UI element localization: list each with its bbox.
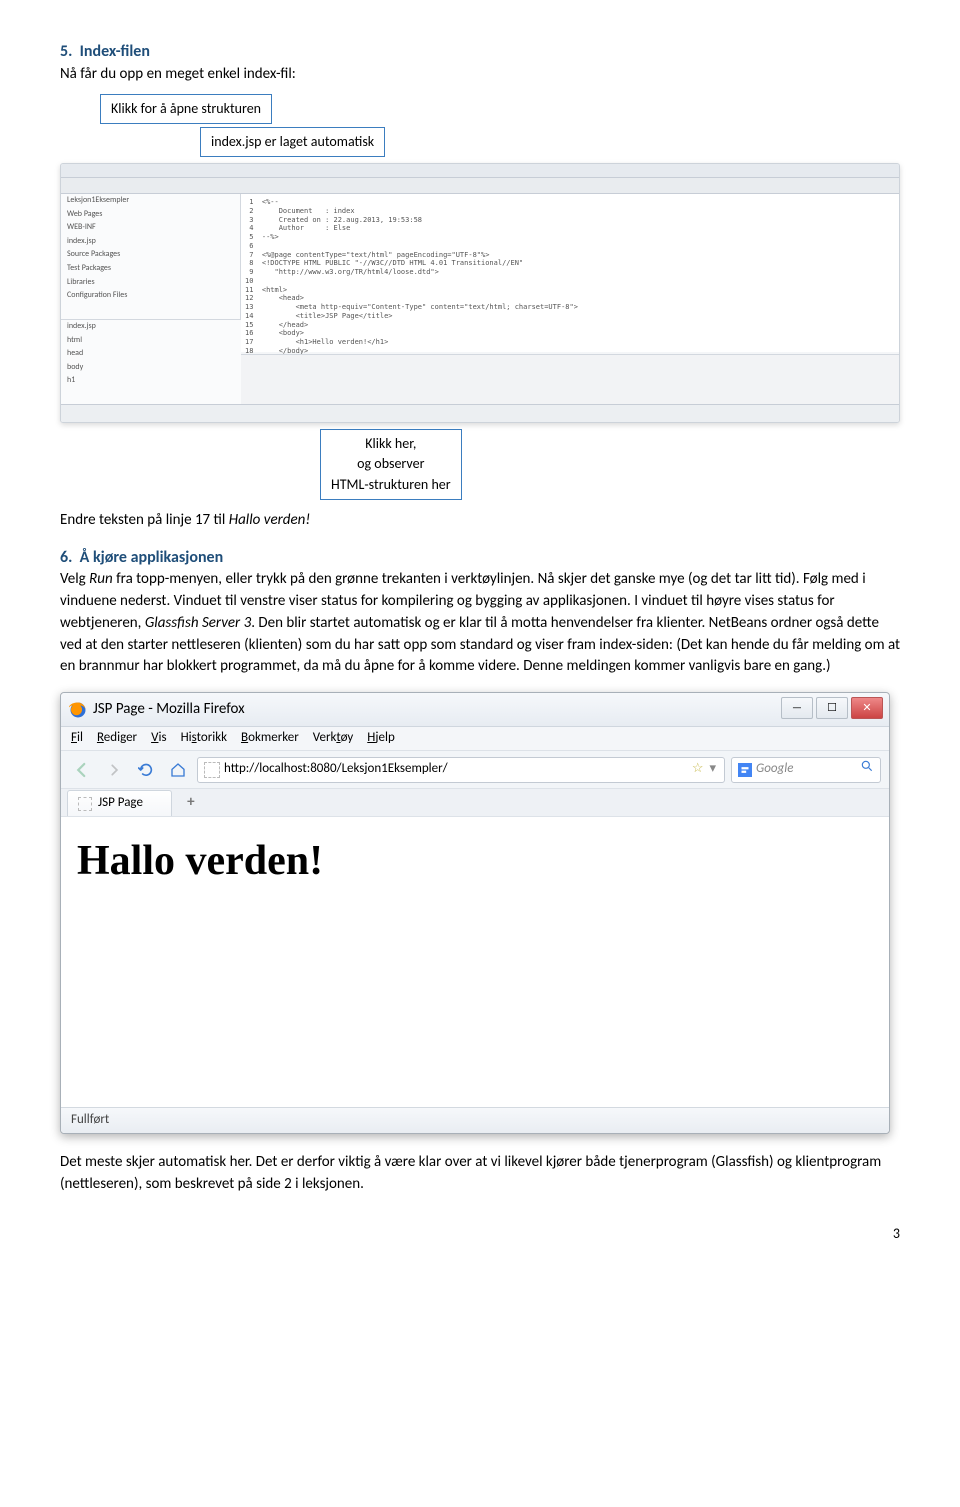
menu-verktoy[interactable]: Verktøy bbox=[313, 729, 354, 748]
page-heading: Hallo verden! bbox=[77, 831, 873, 892]
bookmark-star-icon[interactable]: ☆ bbox=[688, 760, 708, 779]
url-favicon bbox=[204, 762, 220, 778]
tab-jsp-page[interactable]: JSP Page bbox=[67, 790, 172, 816]
address-bar[interactable]: http://localhost:8080/Leksjon1Eksempler/… bbox=[197, 757, 725, 783]
window-minimize-button[interactable]: — bbox=[781, 697, 813, 719]
callout-html-structure: Klikk her, og observer HTML-strukturen h… bbox=[320, 429, 462, 500]
closing-paragraph: Det meste skjer automatisk her. Det er d… bbox=[60, 1152, 900, 1196]
ide-output-panel bbox=[241, 354, 899, 404]
status-text: Fullført bbox=[71, 1111, 109, 1130]
search-icon[interactable] bbox=[860, 759, 874, 780]
menu-bokmerker[interactable]: Bokmerker bbox=[241, 729, 299, 748]
browser-viewport: Hallo verden! bbox=[61, 817, 889, 1107]
tab-label: JSP Page bbox=[98, 794, 143, 813]
ide-navigator: index.jsp html head body h1 bbox=[61, 319, 241, 404]
section-5-heading: 5. Index-filen bbox=[60, 40, 900, 64]
url-dropdown-icon[interactable]: ▾ bbox=[707, 760, 718, 779]
reload-button[interactable] bbox=[133, 757, 159, 783]
tab-favicon bbox=[78, 797, 92, 811]
page-number: 3 bbox=[60, 1224, 900, 1244]
search-bar[interactable]: Google bbox=[731, 757, 881, 783]
menu-fil[interactable]: Fil bbox=[71, 729, 83, 748]
window-title: JSP Page - Mozilla Firefox bbox=[93, 699, 245, 721]
search-placeholder: Google bbox=[756, 760, 793, 779]
firefox-window: JSP Page - Mozilla Firefox — ☐ ✕ Fil Red… bbox=[60, 692, 890, 1134]
forward-button[interactable] bbox=[101, 757, 127, 783]
callout-open-structure: Klikk for å åpne strukturen bbox=[100, 94, 272, 124]
ide-code-editor: 1 <%-- 2 Document : index 3 Created on :… bbox=[241, 194, 899, 352]
netbeans-ide-screenshot: Leksjon1Eksempler Web Pages WEB-INF inde… bbox=[60, 163, 900, 423]
ide-statusbar bbox=[61, 404, 899, 422]
ide-toolbar bbox=[61, 178, 899, 194]
section-5-instruction: Endre teksten på linje 17 til Hallo verd… bbox=[60, 510, 900, 532]
firefox-icon bbox=[69, 701, 87, 719]
window-close-button[interactable]: ✕ bbox=[851, 697, 883, 719]
window-maximize-button[interactable]: ☐ bbox=[816, 697, 848, 719]
google-icon bbox=[738, 763, 752, 777]
section-6-heading: 6. Å kjøre applikasjonen bbox=[60, 546, 900, 570]
browser-statusbar: Fullført bbox=[61, 1107, 889, 1133]
url-text: http://localhost:8080/Leksjon1Eksempler/ bbox=[224, 760, 448, 779]
browser-toolbar: http://localhost:8080/Leksjon1Eksempler/… bbox=[61, 751, 889, 789]
browser-menubar: Fil Rediger Vis Historikk Bokmerker Verk… bbox=[61, 727, 889, 751]
back-button[interactable] bbox=[69, 757, 95, 783]
browser-tabstrip: JSP Page + bbox=[61, 789, 889, 817]
menu-hjelp[interactable]: Hjelp bbox=[367, 729, 395, 748]
home-button[interactable] bbox=[165, 757, 191, 783]
callout-indexjsp: index.jsp er laget automatisk bbox=[200, 127, 385, 157]
menu-rediger[interactable]: Rediger bbox=[97, 729, 137, 748]
menu-vis[interactable]: Vis bbox=[151, 729, 166, 748]
new-tab-button[interactable]: + bbox=[176, 790, 206, 816]
section-6-body: Velg Run fra topp-menyen, eller trykk på… bbox=[60, 569, 900, 678]
menu-historikk[interactable]: Historikk bbox=[181, 729, 227, 748]
window-titlebar: JSP Page - Mozilla Firefox — ☐ ✕ bbox=[61, 693, 889, 727]
ide-menubar bbox=[61, 164, 899, 178]
section-5-intro: Nå får du opp en meget enkel index-fil: bbox=[60, 64, 900, 86]
